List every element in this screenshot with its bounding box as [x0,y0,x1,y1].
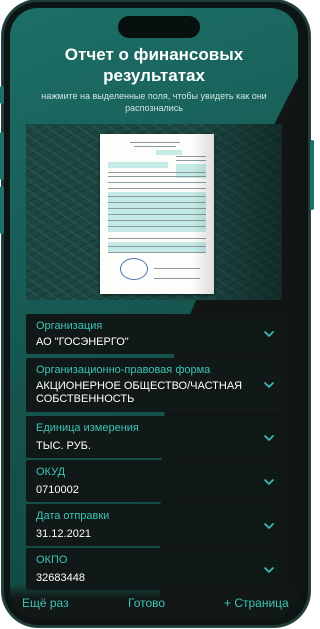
field-label: ОКПО [36,554,68,566]
check-icon[interactable] [262,563,276,577]
page-title: Отчет о финансовых результатах [64,45,244,85]
camera-notch [118,16,200,38]
field-legal-form[interactable]: Организационно-правовая форма АКЦИОНЕРНО… [26,358,282,412]
field-okud[interactable]: ОКУД 0710002 [26,460,282,502]
field-unit-of-measure[interactable]: Единица измерения ТЫС. РУБ. [26,416,282,458]
field-organization[interactable]: Организация АО "ГОСЭНЕРГО" [26,314,282,354]
phone-volume-down-button [0,186,4,234]
document-preview[interactable] [26,124,282,300]
done-button[interactable]: Готово [128,596,165,610]
phone-power-button [310,140,314,210]
field-value: АКЦИОНЕРНОЕ ОБЩЕСТВО/ЧАСТНАЯ СОБСТВЕННОС… [36,380,243,405]
check-icon[interactable] [262,519,276,533]
phone-volume-up-button [0,132,4,180]
field-label: Дата отправки [36,510,110,522]
check-icon[interactable] [262,378,276,392]
field-value: 0710002 [36,484,79,496]
phone-side-button [0,86,4,104]
field-value: ТЫС. РУБ. [36,440,91,452]
page-subtitle: нажмите на выделенные поля, чтобы увидет… [41,91,267,113]
retry-button[interactable]: Ещё раз [22,596,69,610]
field-send-date[interactable]: Дата отправки 31.12.2021 [26,504,282,546]
field-label: Единица измерения [36,422,139,434]
check-icon[interactable] [262,475,276,489]
add-page-button[interactable]: + Страница [224,596,289,610]
field-value: АО "ГОСЭНЕРГО" [36,336,129,348]
check-icon[interactable] [262,431,276,445]
app-screen: Отчет о финансовых результатах нажмите н… [10,8,298,619]
field-value: 31.12.2021 [36,528,92,540]
field-label: Организация [36,320,103,332]
scanned-document-image[interactable] [100,134,214,294]
field-label: ОКУД [36,466,66,478]
check-icon[interactable] [262,327,276,341]
field-label: Организационно-правовая форма [36,364,211,376]
